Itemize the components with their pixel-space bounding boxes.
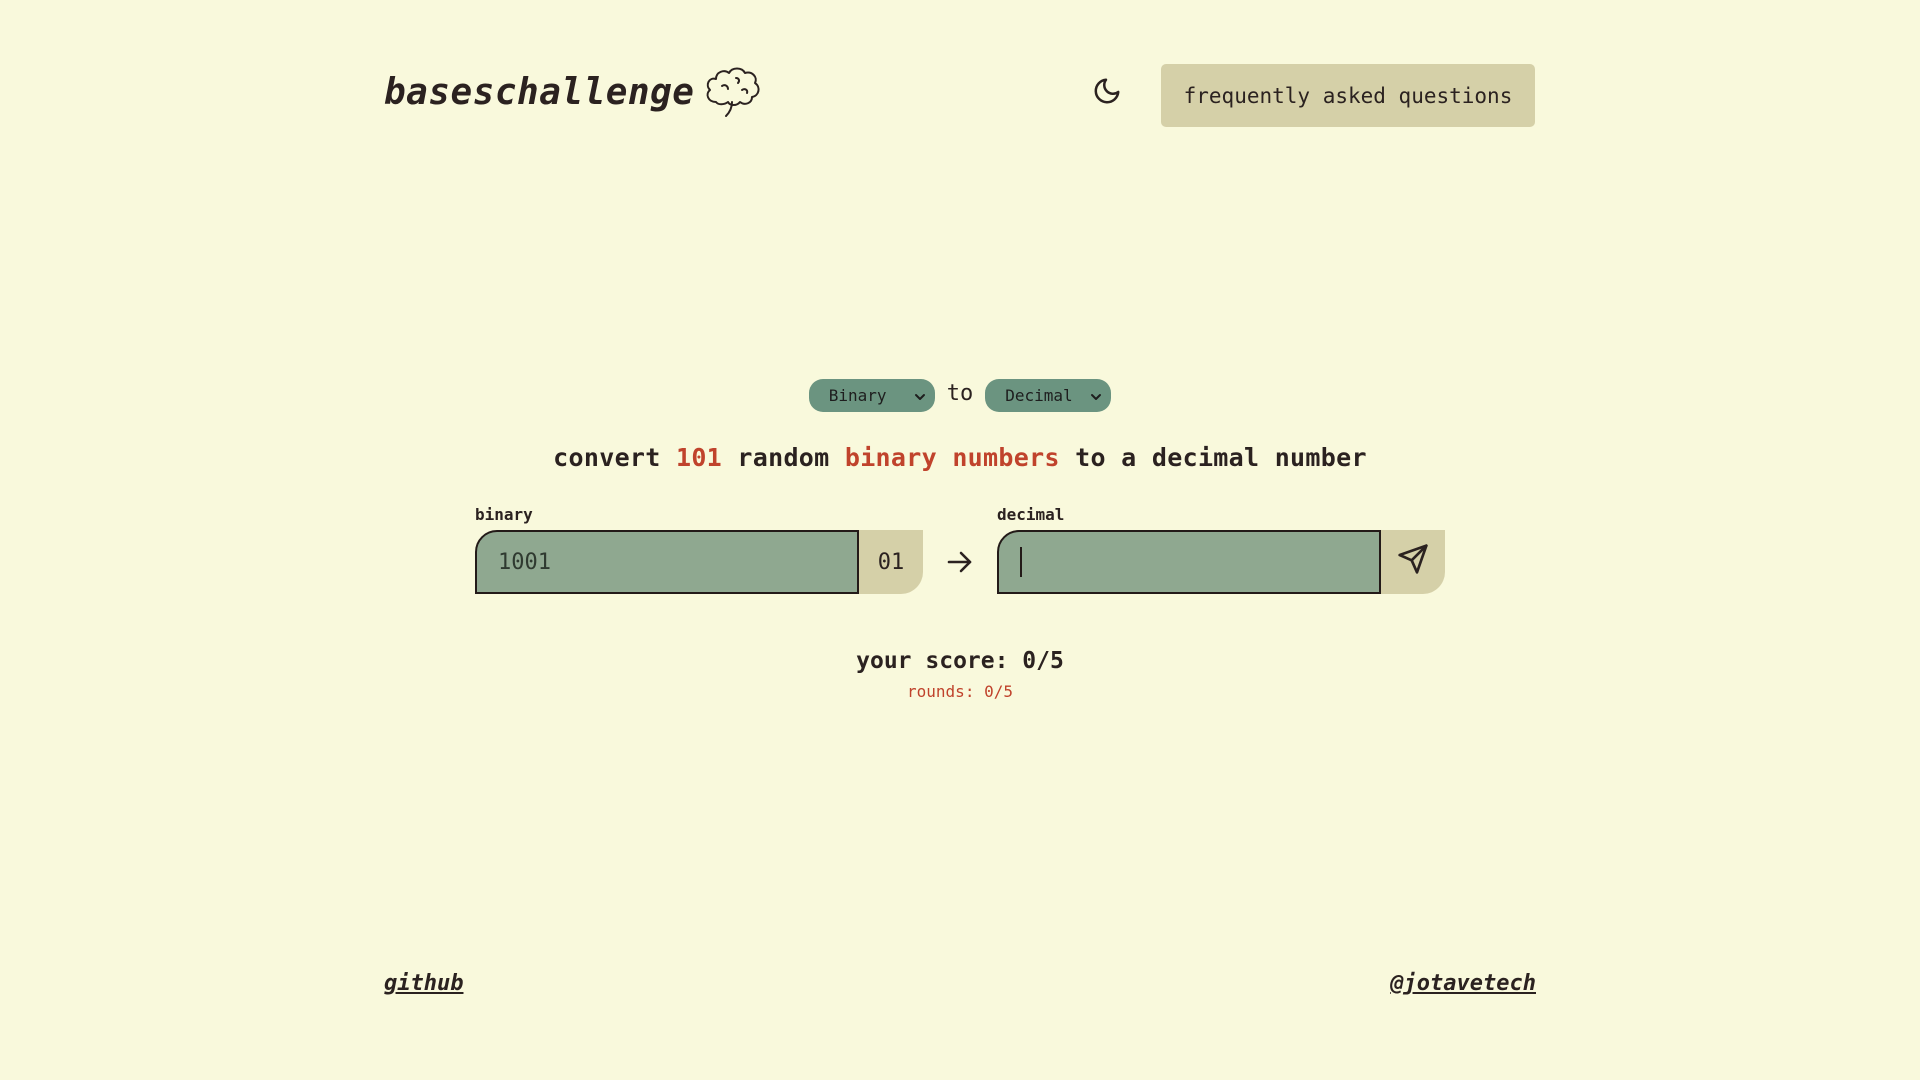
- from-base-value: Binary: [828, 386, 887, 405]
- text-caret: [1020, 547, 1022, 577]
- prompt-text: random: [722, 443, 845, 472]
- prompt-text: to a decimal number: [1059, 443, 1367, 472]
- to-base-value: Decimal: [1005, 386, 1073, 405]
- rounds-text: rounds: 0/5: [907, 682, 1013, 701]
- source-number-field: 1001: [475, 530, 859, 594]
- challenge-prompt: convert 101 random binary numbers to a d…: [0, 443, 1920, 472]
- to-base-select[interactable]: Decimal: [985, 379, 1112, 412]
- moon-icon: [1092, 76, 1122, 110]
- faq-button[interactable]: frequently asked questions: [1161, 64, 1535, 127]
- prompt-text: convert: [553, 443, 676, 472]
- submit-answer-button[interactable]: [1381, 530, 1445, 594]
- base-selector-row: Binary to Decimal: [0, 379, 1920, 412]
- source-number-value: 1001: [498, 549, 551, 575]
- prompt-from-base: binary numbers: [844, 443, 1060, 472]
- brain-icon: [702, 64, 762, 120]
- theme-toggle-button[interactable]: [1088, 74, 1126, 112]
- from-base-select[interactable]: Binary: [808, 379, 935, 412]
- source-field-label: binary: [475, 505, 533, 524]
- author-handle-link[interactable]: @jotavetech: [1390, 971, 1536, 996]
- prompt-count: 101: [675, 443, 723, 472]
- logo-text: baseschallenge: [384, 71, 695, 113]
- chevron-down-icon: [1089, 389, 1103, 408]
- chevron-down-icon: [913, 389, 927, 408]
- to-label: to: [946, 381, 974, 406]
- logo[interactable]: baseschallenge: [384, 64, 762, 120]
- arrow-right-icon: [945, 548, 975, 580]
- score-text: your score: 0/5: [856, 648, 1064, 674]
- source-digits-badge: 01: [859, 530, 923, 594]
- decimal-answer-input[interactable]: [997, 530, 1381, 594]
- github-link[interactable]: github: [384, 971, 463, 996]
- source-digits-text: 01: [877, 549, 905, 575]
- target-field-label: decimal: [997, 505, 1065, 524]
- send-icon: [1397, 543, 1429, 581]
